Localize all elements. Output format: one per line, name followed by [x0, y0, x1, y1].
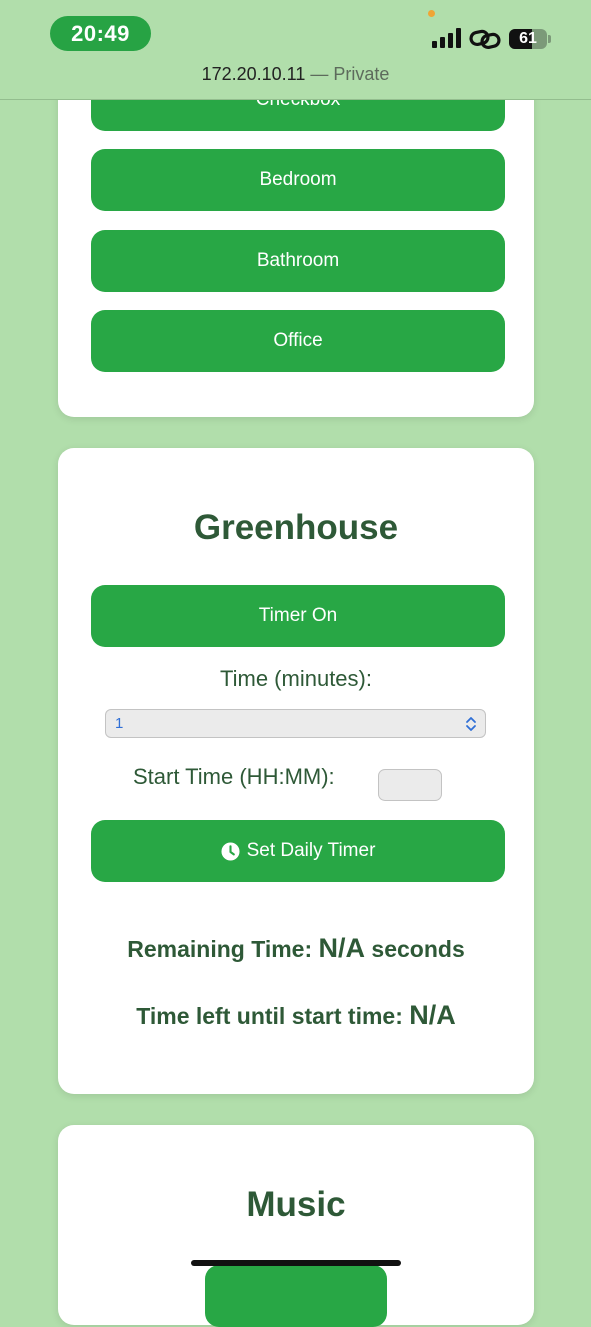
private-label: — Private	[310, 64, 390, 84]
remaining-time-line: Remaining Time: N/A seconds	[58, 933, 534, 964]
cellular-signal-icon	[432, 28, 461, 48]
music-button[interactable]	[205, 1265, 387, 1327]
privacy-indicator-dot	[428, 10, 435, 17]
battery-cap	[548, 35, 551, 43]
room-button-office[interactable]: Office	[91, 310, 505, 372]
time-minutes-select[interactable]: 1	[105, 709, 486, 738]
greenhouse-title: Greenhouse	[193, 508, 399, 547]
battery-level: 61	[519, 30, 537, 47]
room-button-bedroom[interactable]: Bedroom	[91, 149, 505, 211]
start-time-left-line: Time left until start time: N/A	[58, 1000, 534, 1031]
start-time-left-label: Time left until start time:	[136, 1003, 403, 1029]
music-title: Music	[246, 1185, 346, 1224]
battery-indicator: 61	[509, 29, 547, 49]
remaining-time-unit: seconds	[371, 936, 465, 962]
address-bar[interactable]: 172.20.10.11 — Private	[0, 64, 591, 85]
time-minutes-select-value: 1	[115, 715, 124, 732]
personal-hotspot-link-icon	[469, 29, 501, 50]
clock-icon	[221, 841, 240, 861]
set-daily-timer-label: Set Daily Timer	[246, 840, 376, 861]
time-minutes-label: Time (minutes):	[220, 666, 372, 691]
room-button-bathroom[interactable]: Bathroom	[91, 230, 505, 292]
start-time-input[interactable]	[378, 769, 442, 801]
start-time-label: Start Time (HH:MM):	[133, 764, 335, 789]
status-bar: 20:49 61 172.20.10.11 — Private	[0, 0, 591, 100]
start-time-left-value: N/A	[409, 1000, 456, 1030]
remaining-time-label: Remaining Time:	[127, 936, 313, 962]
remaining-time-value: N/A	[318, 933, 366, 963]
timer-on-button[interactable]: Timer On	[91, 585, 505, 647]
home-indicator[interactable]	[191, 1260, 401, 1266]
greenhouse-card: Greenhouse Timer On Time (minutes): 1 St…	[58, 448, 534, 1094]
music-card: Music	[58, 1125, 534, 1327]
url-text: 172.20.10.11	[201, 64, 306, 84]
set-daily-timer-button[interactable]: Set Daily Timer	[91, 820, 505, 882]
status-time: 20:49	[50, 16, 151, 51]
chevron-up-down-icon	[466, 717, 476, 731]
